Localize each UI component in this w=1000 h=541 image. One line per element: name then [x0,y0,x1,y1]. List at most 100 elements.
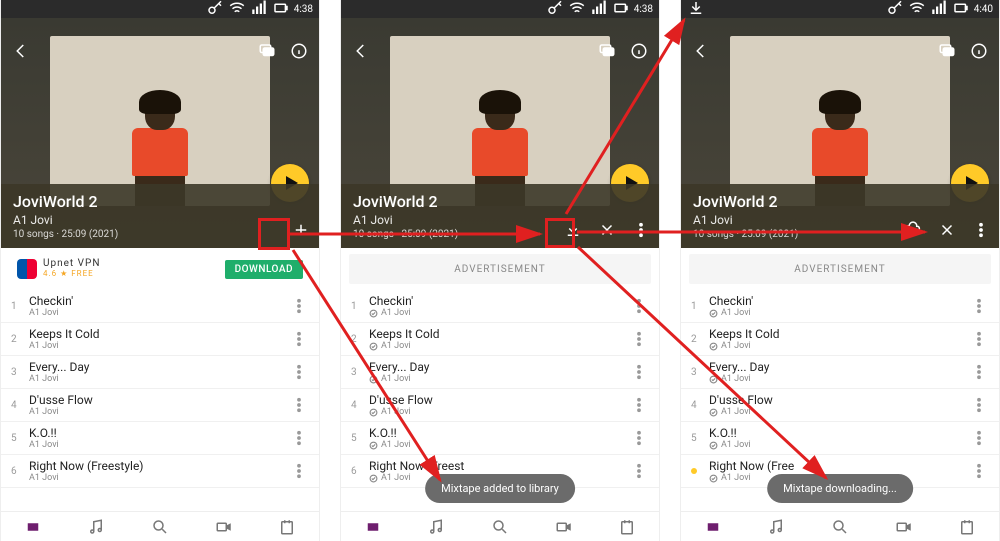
song-title: Every... Day [29,360,287,374]
song-row[interactable]: 3 Every... Day A1 Jovi [341,356,659,389]
song-more-button[interactable] [287,426,311,450]
more-button[interactable] [629,218,653,242]
cancel-button[interactable] [595,218,619,242]
more-button[interactable] [969,218,993,242]
nav-search[interactable] [828,515,852,539]
song-title: D'usse Flow [709,393,967,407]
song-more-button[interactable] [287,393,311,417]
song-more-button[interactable] [627,459,651,483]
song-row[interactable]: 5 K.O.!! A1 Jovi [681,422,999,455]
song-row[interactable]: 5 K.O.!! A1 Jovi [341,422,659,455]
nav-music[interactable] [424,515,448,539]
nav-video[interactable] [552,515,576,539]
battery-icon [272,0,290,20]
song-row[interactable]: 5 K.O.!! A1 Jovi [1,422,319,455]
download-status-icon [687,0,705,20]
nav-music[interactable] [84,515,108,539]
song-row[interactable]: 2 Keeps It Cold A1 Jovi [1,323,319,356]
song-title: Every... Day [709,360,967,374]
ad-download-button[interactable]: DOWNLOAD [225,260,303,279]
bottom-nav [1,511,319,541]
album-title: JoviWorld 2 [693,192,989,211]
add-button[interactable] [289,218,313,242]
song-number: 4 [691,400,709,411]
album-meta: JoviWorld 2 A1 Jovi 10 songs · 25:09 (20… [1,184,319,248]
back-button[interactable] [349,39,373,63]
song-row[interactable]: 3 Every... Day A1 Jovi [681,356,999,389]
nav-library[interactable] [275,515,299,539]
song-row[interactable]: 2 Keeps It Cold A1 Jovi [341,323,659,356]
bottom-nav [341,511,659,541]
song-artist: A1 Jovi [29,407,287,417]
nav-search[interactable] [488,515,512,539]
song-more-button[interactable] [627,393,651,417]
signal-icon [930,0,948,20]
song-number: 2 [691,334,709,345]
song-more-button[interactable] [967,459,991,483]
song-more-button[interactable] [287,294,311,318]
song-more-button[interactable] [967,426,991,450]
signal-icon [250,0,268,20]
song-more-button[interactable] [287,360,311,384]
nav-video[interactable] [892,515,916,539]
song-more-button[interactable] [627,327,651,351]
song-more-button[interactable] [967,393,991,417]
back-button[interactable] [689,39,713,63]
song-row[interactable]: 1 Checkin' A1 Jovi [341,290,659,323]
back-button[interactable] [9,39,33,63]
song-more-button[interactable] [287,327,311,351]
song-more-button[interactable] [627,426,651,450]
nav-home[interactable] [361,515,385,539]
song-row[interactable]: 2 Keeps It Cold A1 Jovi [681,323,999,356]
nav-video[interactable] [212,515,236,539]
nav-library[interactable] [615,515,639,539]
song-row[interactable]: 1 Checkin' A1 Jovi [681,290,999,323]
download-button[interactable] [561,218,585,242]
song-more-button[interactable] [627,360,651,384]
nav-library[interactable] [955,515,979,539]
song-artist: A1 Jovi [369,341,627,351]
song-more-button[interactable] [967,294,991,318]
song-list: 1 Checkin' A1 Jovi 2 Keeps It Cold A1 Jo… [1,290,319,511]
battery-icon [612,0,630,20]
comments-button[interactable] [935,39,959,63]
nav-music[interactable] [764,515,788,539]
song-title: Right Now (Free [709,459,967,473]
nav-home[interactable] [701,515,725,539]
song-artist: A1 Jovi [29,341,287,351]
nav-home[interactable] [21,515,45,539]
song-row[interactable]: 1 Checkin' A1 Jovi [1,290,319,323]
song-number: 6 [351,466,369,477]
song-row[interactable]: 4 D'usse Flow A1 Jovi [341,389,659,422]
song-row[interactable]: 4 D'usse Flow A1 Jovi [681,389,999,422]
comments-button[interactable] [255,39,279,63]
song-title: Checkin' [709,294,967,308]
ad-row[interactable]: Upnet VPN 4.6 ★ FREE DOWNLOAD [9,254,311,284]
toast: Mixtape added to library [425,474,575,503]
ad-row: ADVERTISEMENT [349,254,651,284]
signal-icon [590,0,608,20]
nav-search[interactable] [148,515,172,539]
song-more-button[interactable] [627,294,651,318]
download-button[interactable] [901,218,925,242]
album-hero: JoviWorld 2 A1 Jovi 10 songs · 25:09 (20… [1,18,319,248]
cancel-button[interactable] [935,218,959,242]
song-more-button[interactable] [967,360,991,384]
song-title: K.O.!! [369,426,627,440]
comments-button[interactable] [595,39,619,63]
info-button[interactable] [287,39,311,63]
song-number: 2 [351,334,369,345]
info-button[interactable] [627,39,651,63]
song-more-button[interactable] [287,459,311,483]
song-artist: A1 Jovi [709,440,967,450]
album-subtitle: 10 songs · 25:09 (2021) [13,229,309,240]
info-button[interactable] [967,39,991,63]
song-more-button[interactable] [967,327,991,351]
song-row[interactable]: 4 D'usse Flow A1 Jovi [1,389,319,422]
song-title: Right Now (Freest [369,459,627,473]
status-bar: 4:38 [341,0,659,18]
song-row[interactable]: 6 Right Now (Freestyle) A1 Jovi [1,455,319,488]
song-row[interactable]: 3 Every... Day A1 Jovi [1,356,319,389]
song-artist: A1 Jovi [369,308,627,318]
ad-app-icon [17,259,37,279]
